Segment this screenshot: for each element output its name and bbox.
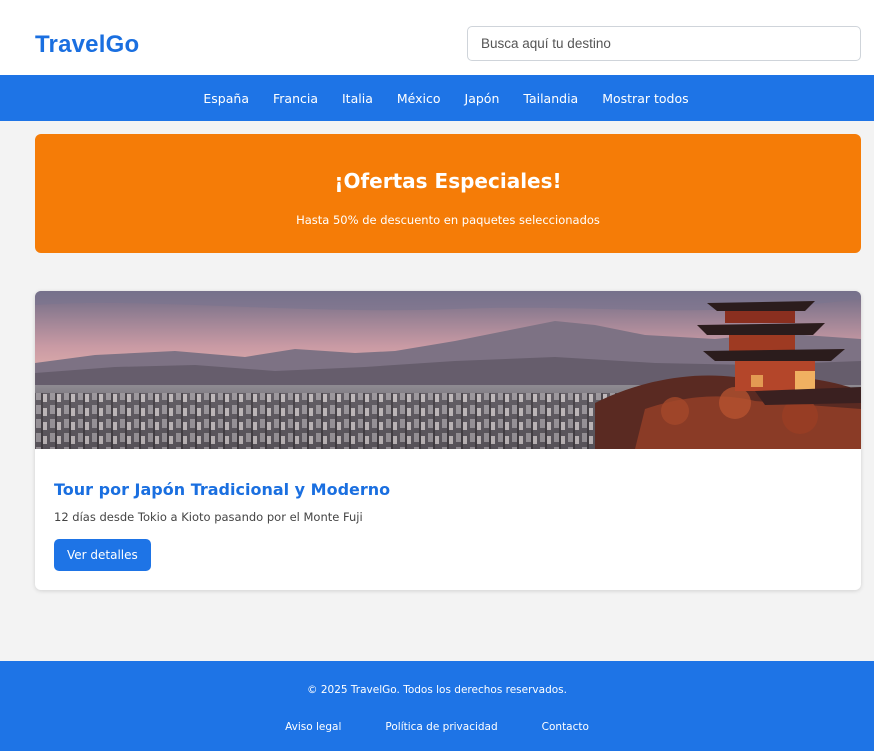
nav-item-francia[interactable]: Francia xyxy=(273,91,318,106)
site-footer: © 2025 TravelGo. Todos los derechos rese… xyxy=(0,661,874,751)
nav-item-italia[interactable]: Italia xyxy=(342,91,373,106)
nav-item-espana[interactable]: España xyxy=(203,91,249,106)
footer-link-aviso-legal[interactable]: Aviso legal xyxy=(285,721,341,733)
destination-nav: España Francia Italia México Japón Taila… xyxy=(0,75,874,121)
site-logo[interactable]: TravelGo xyxy=(35,31,139,59)
footer-copyright: © 2025 TravelGo. Todos los derechos rese… xyxy=(307,684,567,696)
destination-search-input[interactable] xyxy=(467,26,861,61)
tour-card-image xyxy=(35,291,861,449)
tour-title[interactable]: Tour por Japón Tradicional y Moderno xyxy=(54,480,390,499)
tour-description: 12 días desde Tokio a Kioto pasando por … xyxy=(54,510,363,524)
view-details-button[interactable]: Ver detalles xyxy=(54,539,151,571)
footer-link-contacto[interactable]: Contacto xyxy=(542,721,589,733)
banner-subtitle: Hasta 50% de descuento en paquetes selec… xyxy=(296,213,600,227)
site-header: TravelGo xyxy=(0,0,874,75)
nav-item-japon[interactable]: Japón xyxy=(465,91,500,106)
banner-title: ¡Ofertas Especiales! xyxy=(334,169,562,193)
special-offers-banner: ¡Ofertas Especiales! Hasta 50% de descue… xyxy=(35,134,861,253)
tour-card: Tour por Japón Tradicional y Moderno 12 … xyxy=(35,291,861,590)
nav-item-mostrar-todos[interactable]: Mostrar todos xyxy=(602,91,688,106)
nav-item-mexico[interactable]: México xyxy=(397,91,441,106)
footer-links: Aviso legal Política de privacidad Conta… xyxy=(0,721,874,733)
footer-link-privacidad[interactable]: Política de privacidad xyxy=(385,721,497,733)
nav-item-tailandia[interactable]: Tailandia xyxy=(523,91,578,106)
